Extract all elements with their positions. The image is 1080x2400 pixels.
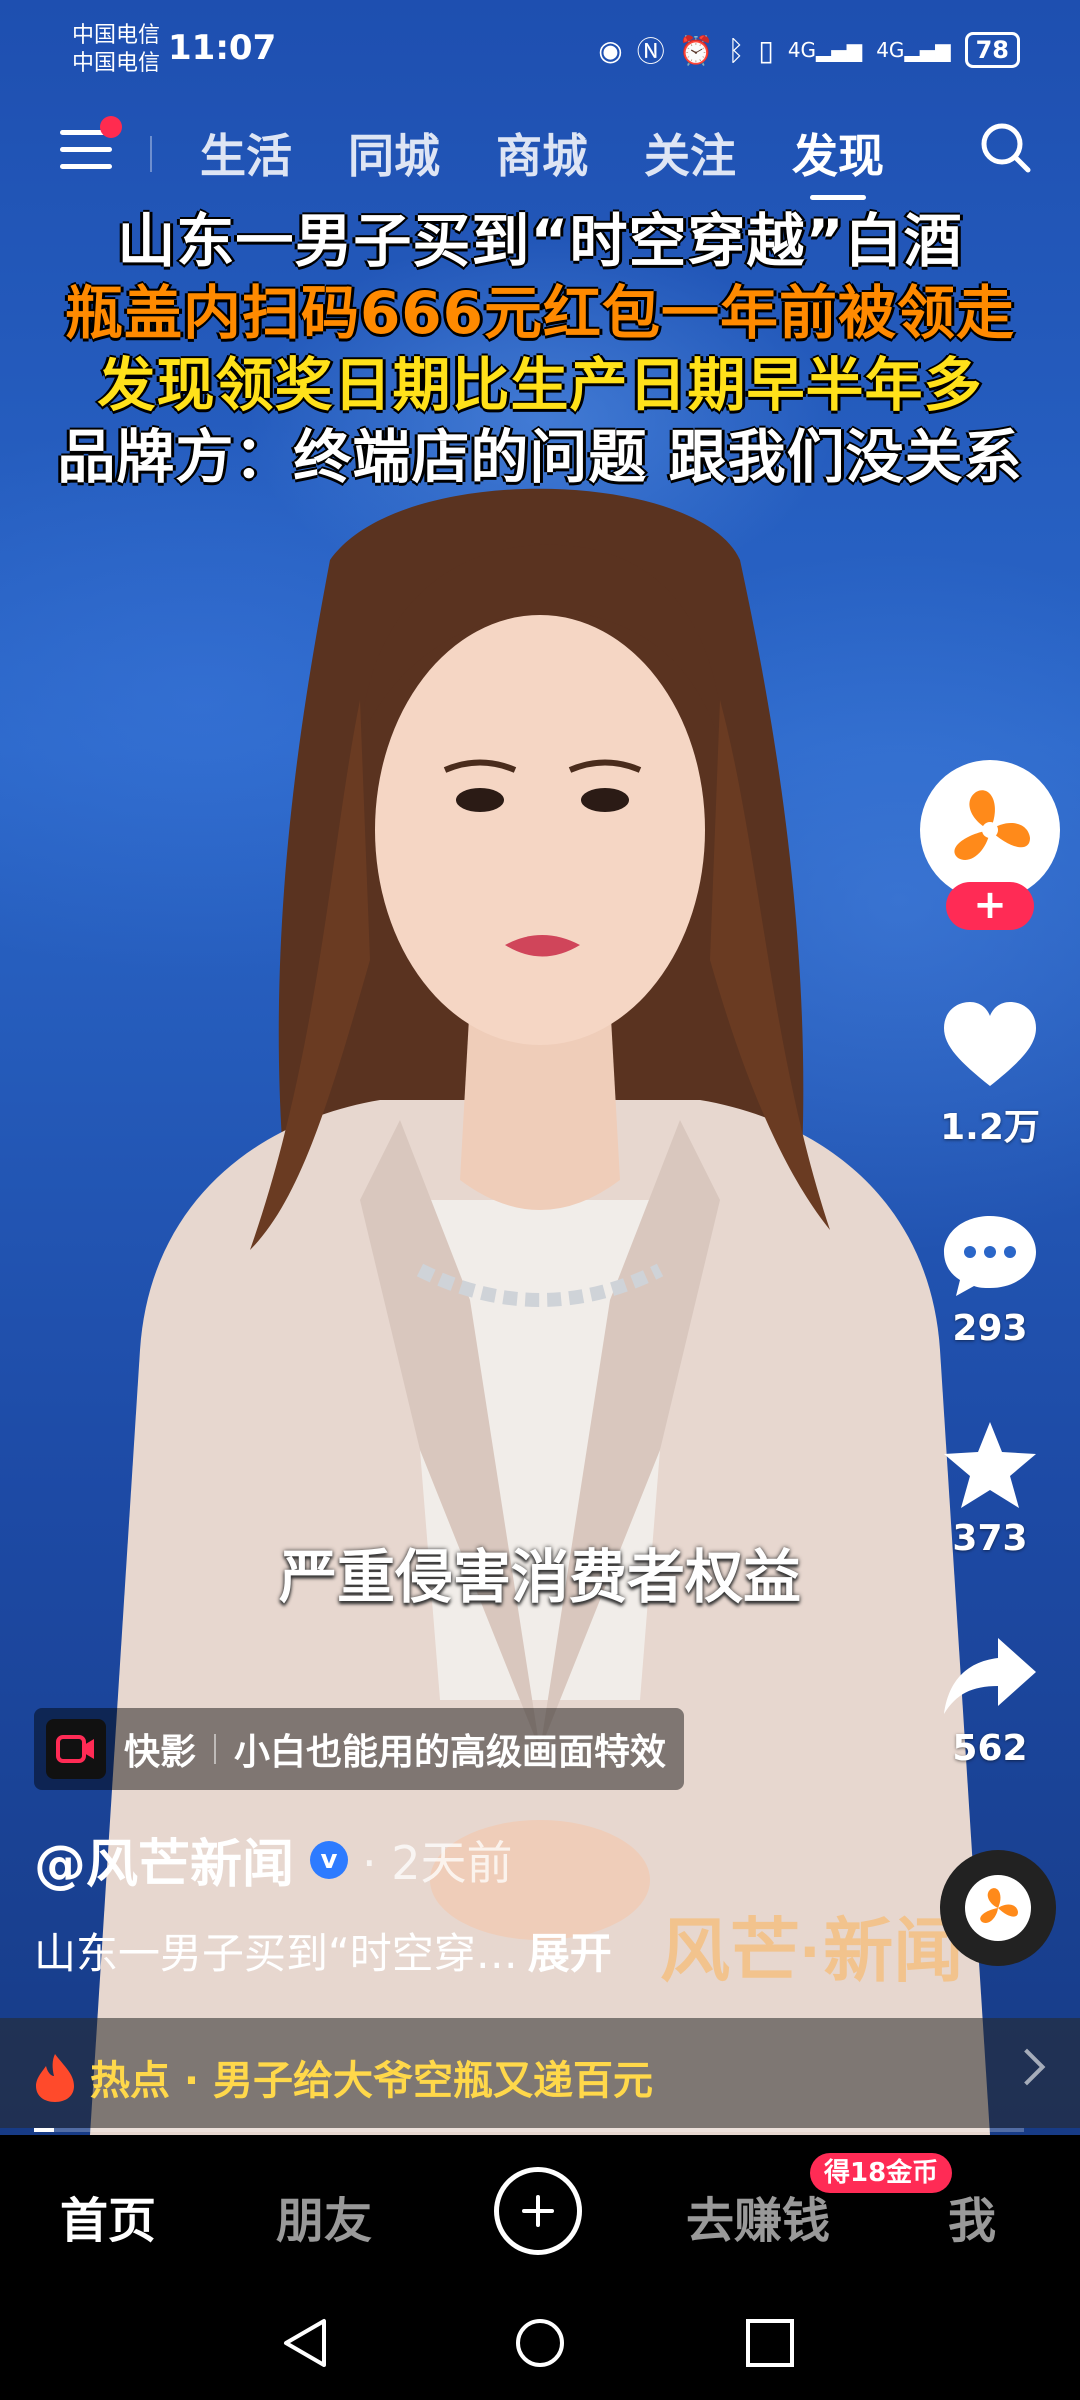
share-button[interactable]: 562 [930, 1630, 1050, 1769]
effect-promo-chip[interactable]: 快影 小白也能用的高级画面特效 [34, 1708, 685, 1790]
nfc-icon: Ⓝ [636, 35, 665, 68]
vibrate-icon: ▯ [758, 33, 774, 67]
battery-icon: 78 [964, 32, 1020, 68]
bluetooth-icon: ᛒ [727, 33, 745, 67]
flame-icon [36, 2054, 74, 2102]
bottom-nav: 首页 朋友 去赚钱 得18金币 我 [0, 2135, 1080, 2285]
share-count: 562 [952, 1728, 1028, 1769]
clock: 11:07 [168, 28, 277, 68]
back-icon[interactable] [280, 2315, 330, 2371]
verified-badge-icon: v [310, 1840, 349, 1879]
comment-button[interactable]: 293 [930, 1210, 1050, 1349]
headline-line-3: 发现领奖日期比生产日期早半年多 [97, 351, 983, 419]
coin-badge: 得18金币 [810, 2153, 953, 2193]
carrier-1: 中国电信 [72, 23, 161, 48]
menu-icon[interactable] [60, 130, 112, 174]
tab-mall[interactable]: 商城 [496, 120, 588, 186]
nav-me[interactable]: 我 [948, 2181, 996, 2251]
fengmang-logo-icon [954, 790, 1030, 860]
status-bar: 中国电信 中国电信 11:07 ◉ Ⓝ ⏰ ᛒ ▯ 4G▂▄▆ 4G▂▄▆ 78 [0, 0, 1080, 100]
signal-2-label: 4G [876, 38, 905, 62]
author-avatar[interactable] [920, 760, 1060, 900]
expand-link[interactable]: 展开 [528, 1929, 612, 1978]
star-icon [944, 1422, 1036, 1508]
hot-topic-text: 热点 · 男子给大爷空瓶又递百元 [90, 2058, 654, 2104]
video-headline: 山东一男子买到“时空穿越”白酒 瓶盖内扫码666元红包一年前被领走 发现领奖日期… [0, 205, 1080, 493]
video-progress-bar[interactable] [34, 2128, 1024, 2132]
home-icon[interactable] [512, 2315, 568, 2371]
carrier-2: 中国电信 [72, 51, 161, 76]
search-icon[interactable] [978, 120, 1034, 176]
hot-topic-bar[interactable]: 热点 · 男子给大爷空瓶又递百元 [0, 2018, 1080, 2128]
promo-divider [214, 1734, 217, 1764]
music-disc-icon[interactable] [940, 1850, 1056, 1966]
status-icons: ◉ Ⓝ ⏰ ᛒ ▯ 4G▂▄▆ 4G▂▄▆ 78 [598, 30, 1020, 70]
signal-1-label: 4G [787, 38, 817, 62]
follow-button[interactable]: + [946, 882, 1034, 930]
nav-home[interactable]: 首页 [60, 2181, 156, 2251]
headline-line-4: 品牌方：终端店的问题 跟我们没关系 [57, 423, 1023, 491]
promo-app-name: 快影 [124, 1732, 197, 1773]
like-button[interactable]: 1.2万 [930, 1000, 1050, 1150]
tab-local[interactable]: 同城 [348, 120, 440, 186]
post-time: · 2天前 [362, 1835, 513, 1890]
video-subtitle: 严重侵害消费者权益 [278, 1543, 801, 1611]
top-nav: 生活 同城 商城 关注 发现 [0, 110, 1080, 200]
headline-line-2: 瓶盖内扫码666元红包一年前被领走 [64, 279, 1016, 347]
author-line: @风芒新闻 v · 2天前 [34, 1822, 513, 1897]
tab-discover[interactable]: 发现 [792, 120, 884, 200]
post-caption[interactable]: 山东一男子买到“时空穿… 展开 [34, 1920, 612, 1981]
notification-dot [100, 116, 122, 138]
plus-icon [522, 2195, 554, 2227]
progress-fill [34, 2128, 54, 2132]
recents-icon[interactable] [744, 2317, 796, 2369]
author-name[interactable]: @风芒新闻 [34, 1822, 294, 1897]
svg-text:风芒·新闻: 风芒·新闻 [660, 1912, 963, 1990]
alarm-icon: ⏰ [678, 33, 714, 67]
tab-bar: 生活 同城 商城 关注 发现 [200, 120, 884, 200]
fengmang-logo-icon [980, 1888, 1018, 1923]
tab-life[interactable]: 生活 [200, 120, 292, 186]
promo-tagline: 小白也能用的高级画面特效 [234, 1732, 667, 1773]
favorite-button[interactable]: 373 [930, 1420, 1050, 1559]
signal-icon: 4G▂▄▆ [876, 38, 951, 62]
eye-icon: ◉ [598, 33, 623, 67]
caption-text: 山东一男子买到“时空穿… [34, 1929, 518, 1978]
signal-icon: 4G▂▄▆ [787, 38, 863, 62]
nav-friends[interactable]: 朋友 [276, 2181, 372, 2251]
comment-icon [944, 1216, 1036, 1296]
system-nav-bar [0, 2285, 1080, 2400]
like-count: 1.2万 [940, 1107, 1040, 1148]
chevron-right-icon [1008, 2048, 1046, 2086]
share-arrow-icon [944, 1638, 1036, 1714]
nav-divider [150, 136, 152, 172]
kuaiying-logo-icon [46, 1719, 106, 1779]
favorite-count: 373 [952, 1518, 1028, 1559]
create-button[interactable] [494, 2167, 582, 2255]
heart-icon [944, 1002, 1036, 1086]
tab-following[interactable]: 关注 [644, 120, 736, 186]
nav-earn[interactable]: 去赚钱 [686, 2181, 830, 2251]
headline-line-1: 山东一男子买到“时空穿越”白酒 [117, 207, 963, 275]
comment-count: 293 [952, 1308, 1028, 1349]
carrier-label: 中国电信 中国电信 [72, 22, 160, 78]
